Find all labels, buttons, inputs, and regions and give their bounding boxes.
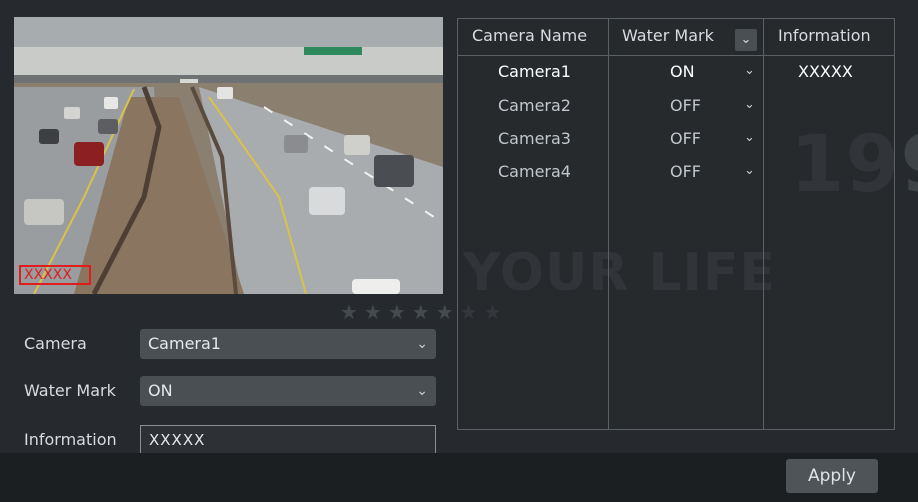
camera-select[interactable]: Camera1 ⌄	[140, 329, 436, 359]
camera-table: Camera Name Water Mark ⌄ Information Cam…	[457, 18, 895, 430]
table-header: Camera Name Water Mark ⌄ Information	[458, 19, 894, 56]
cell-watermark[interactable]: OFF	[670, 162, 701, 181]
chevron-down-icon: ⌄	[416, 336, 428, 352]
bottom-bar	[0, 453, 918, 502]
chevron-down-icon: ⌄	[740, 32, 752, 47]
information-input[interactable]: XXXXX	[140, 425, 436, 455]
chevron-down-icon[interactable]: ⌄	[744, 163, 755, 178]
chevron-down-icon[interactable]: ⌄	[744, 97, 755, 112]
camera-select-value: Camera1	[148, 334, 221, 353]
cell-watermark[interactable]: OFF	[670, 129, 701, 148]
watermark-select-value: ON	[148, 381, 173, 400]
highway-scene-image	[14, 17, 443, 294]
table-row[interactable]: Camera1 ON ⌄ XXXXX	[458, 56, 894, 89]
watermark-header-dropdown[interactable]: ⌄	[735, 29, 757, 51]
table-row[interactable]: Camera2 OFF ⌄	[458, 90, 894, 123]
chevron-down-icon[interactable]: ⌄	[744, 63, 755, 78]
apply-button[interactable]: Apply	[786, 459, 878, 493]
watermark-label: Water Mark	[24, 381, 116, 400]
table-row[interactable]: Camera3 OFF ⌄	[458, 123, 894, 156]
cell-camera: Camera4	[498, 162, 571, 181]
watermark-overlay: XXXXX	[19, 265, 91, 285]
header-camera-name: Camera Name	[472, 26, 588, 45]
cell-watermark[interactable]: ON	[670, 62, 695, 81]
watermark-select[interactable]: ON ⌄	[140, 376, 436, 406]
camera-preview: XXXXX	[14, 17, 443, 294]
cell-camera: Camera3	[498, 129, 571, 148]
cell-watermark[interactable]: OFF	[670, 96, 701, 115]
camera-label: Camera	[24, 334, 87, 353]
chevron-down-icon[interactable]: ⌄	[744, 130, 755, 145]
cell-camera: Camera2	[498, 96, 571, 115]
header-water-mark: Water Mark	[622, 26, 714, 45]
header-information: Information	[778, 26, 871, 45]
cell-information: XXXXX	[798, 62, 853, 81]
chevron-down-icon: ⌄	[416, 383, 428, 399]
information-label: Information	[24, 430, 117, 449]
table-row[interactable]: Camera4 OFF ⌄	[458, 156, 894, 189]
cell-camera: Camera1	[498, 62, 571, 81]
